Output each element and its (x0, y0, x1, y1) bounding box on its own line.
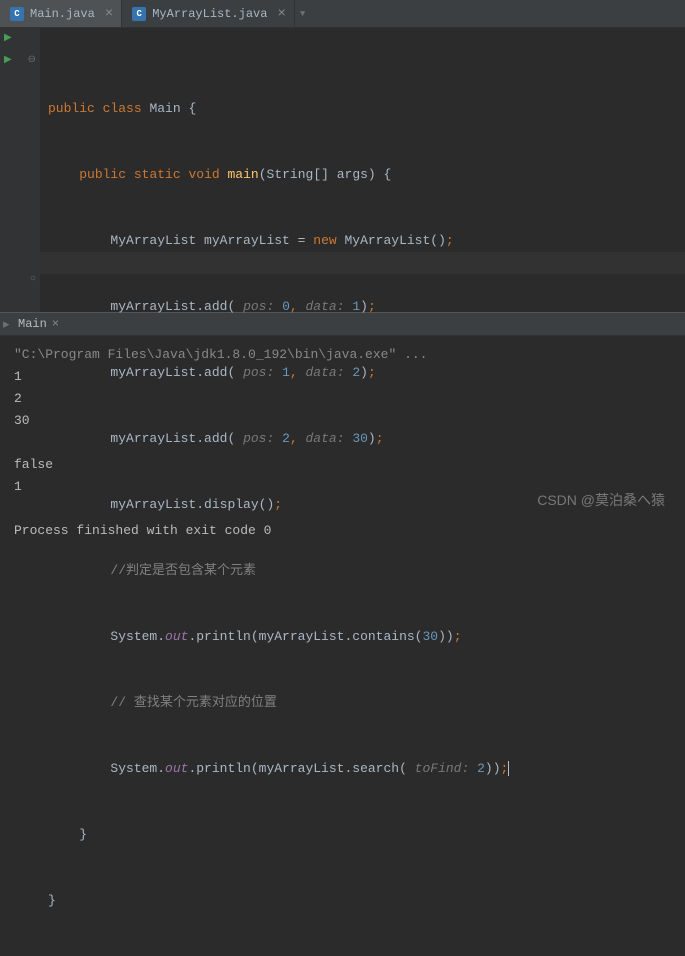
text-cursor (508, 761, 509, 776)
chevron-down-icon: ▼ (300, 9, 305, 19)
gutter: ▶ ▶ ⊖ ○ (0, 28, 40, 312)
code-editor[interactable]: ▶ ▶ ⊖ ○ public class Main { public stati… (0, 28, 685, 312)
close-icon[interactable]: × (105, 6, 113, 22)
tab-main[interactable]: C Main.java × (0, 0, 122, 27)
run-icon[interactable]: ▶ (4, 32, 12, 44)
java-icon: C (10, 7, 24, 21)
editor-tabs: C Main.java × C MyArrayList.java × ▼ (0, 0, 685, 28)
tab-myarraylist[interactable]: C MyArrayList.java × (122, 0, 295, 27)
run-icon[interactable]: ▶ (4, 54, 12, 66)
tab-label: MyArrayList.java (152, 7, 267, 21)
close-icon[interactable]: × (277, 6, 285, 22)
current-line-highlight (40, 252, 685, 274)
tab-label: Main.java (30, 7, 95, 21)
breakpoint-icon[interactable]: ○ (30, 274, 36, 285)
fold-icon[interactable]: ⊖ (28, 54, 36, 66)
collapse-icon[interactable]: ▸ (0, 317, 8, 332)
code-area[interactable]: public class Main { public static void m… (40, 28, 685, 312)
tabs-dropdown[interactable]: ▼ (295, 0, 310, 27)
java-icon: C (132, 7, 146, 21)
